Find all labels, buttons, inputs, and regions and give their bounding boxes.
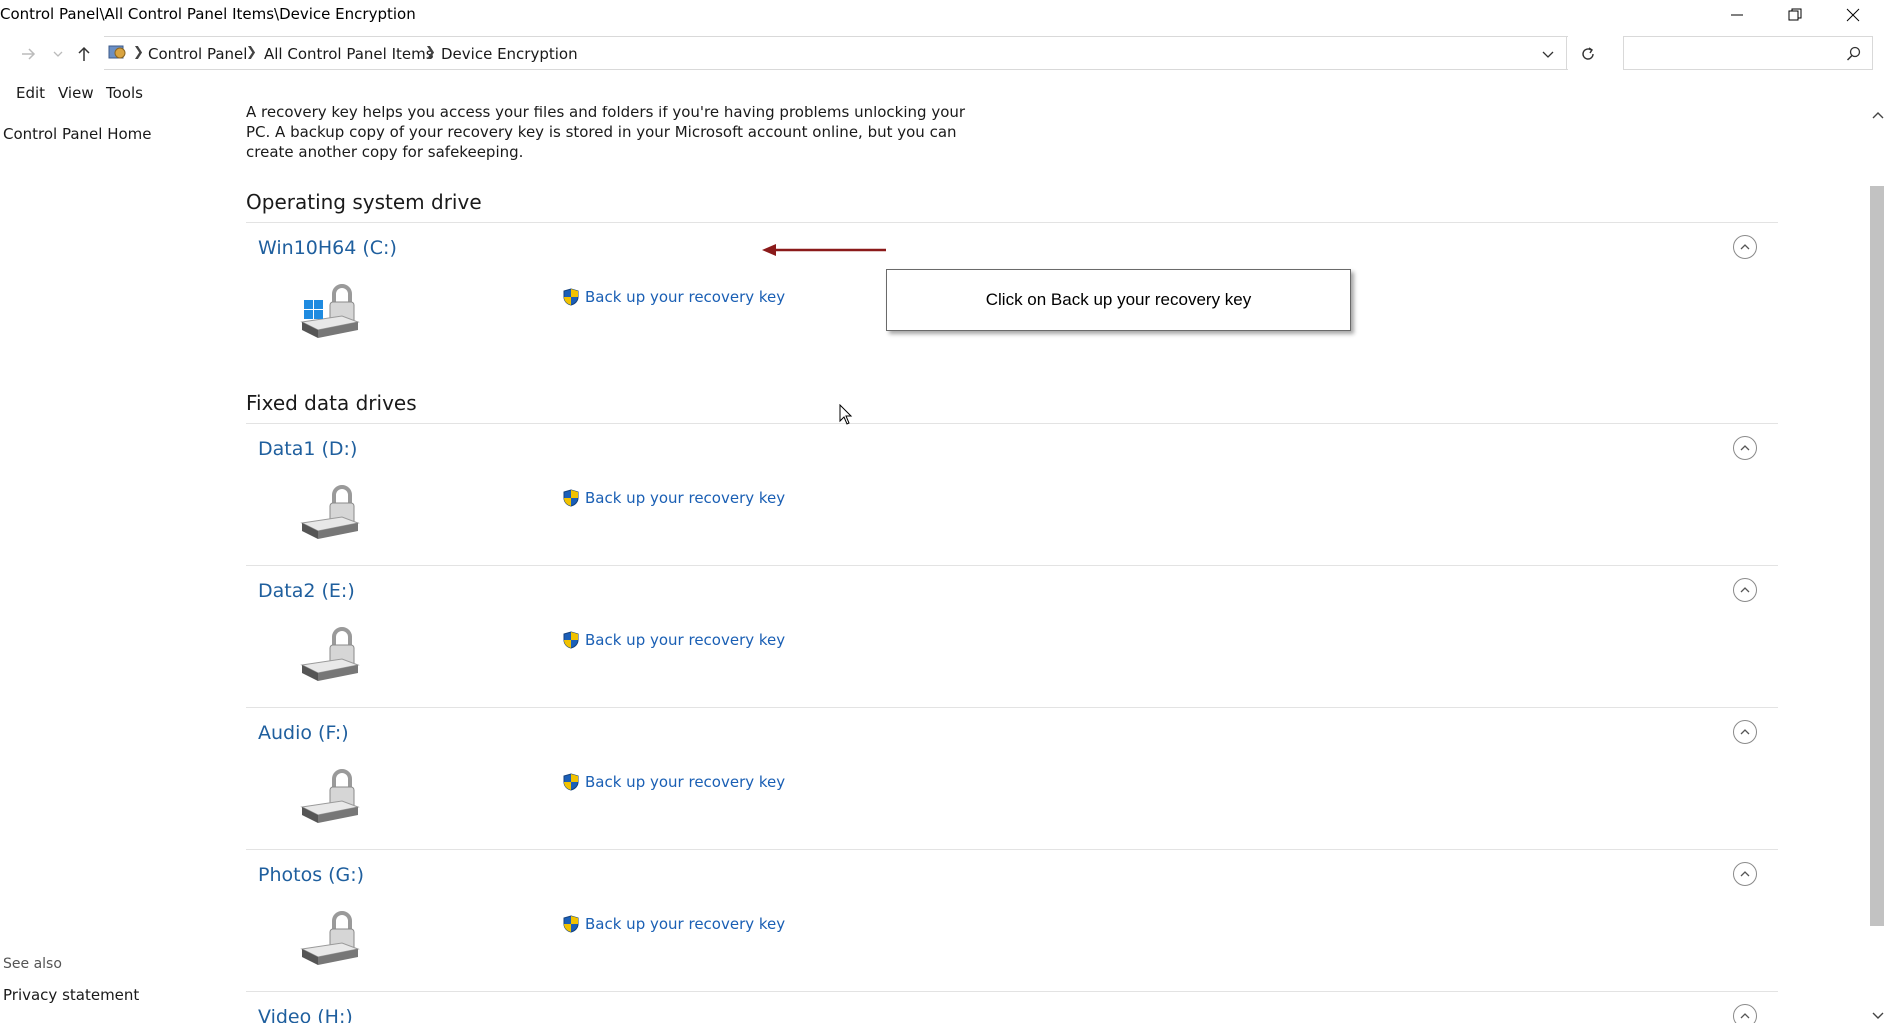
vertical-scrollbar[interactable]: [1868, 106, 1887, 1023]
drive-title-d: Data1 (D:): [258, 438, 358, 460]
chevron-up-icon: [1740, 244, 1750, 250]
instruction-callout: Click on Back up your recovery key: [886, 269, 1351, 331]
callout-arrow: [762, 244, 886, 256]
drive-title-c: Win10H64 (C:): [258, 237, 397, 259]
os-drive-heading: Operating system drive: [246, 190, 482, 214]
control-panel-icon: [108, 45, 126, 59]
scroll-down-icon[interactable]: [1872, 1011, 1884, 1021]
title-bar: Control Panel\All Control Panel Items\De…: [0, 0, 1887, 30]
chevron-up-icon: [1740, 729, 1750, 735]
backup-link-label: Back up your recovery key: [585, 915, 786, 933]
search-box[interactable]: [1623, 36, 1873, 70]
menu-tools[interactable]: Tools: [106, 84, 143, 102]
encrypted-drive-icon: [300, 485, 360, 539]
menu-edit[interactable]: Edit: [16, 84, 45, 102]
chevron-up-icon: [1740, 1013, 1750, 1019]
divider: [246, 849, 1778, 850]
fixed-drives-heading: Fixed data drives: [246, 391, 417, 415]
divider: [246, 707, 1778, 708]
collapse-button-d[interactable]: [1733, 436, 1757, 460]
refresh-icon: [1582, 47, 1594, 60]
backup-link-label: Back up your recovery key: [585, 489, 786, 507]
divider: [246, 222, 1778, 223]
back-button[interactable]: [18, 44, 38, 64]
intro-text: A recovery key helps you access your fil…: [246, 106, 966, 161]
backup-recovery-key-link-g[interactable]: Back up your recovery key: [563, 915, 785, 933]
backup-recovery-key-link-e[interactable]: Back up your recovery key: [563, 631, 785, 649]
window-title: Control Panel\All Control Panel Items\De…: [0, 5, 416, 23]
backup-link-label: Back up your recovery key: [585, 288, 786, 306]
up-button[interactable]: [74, 44, 94, 64]
backup-recovery-key-link-f[interactable]: Back up your recovery key: [563, 773, 785, 791]
callout-text: Click on Back up your recovery key: [985, 290, 1252, 309]
up-arrow-icon: [78, 46, 90, 61]
breadcrumb-control-panel[interactable]: Control Panel: [148, 45, 247, 63]
address-history-button[interactable]: [1538, 45, 1558, 63]
collapse-button-g[interactable]: [1733, 862, 1757, 886]
mouse-cursor-icon: [839, 404, 853, 425]
breadcrumb-all-items[interactable]: All Control Panel Items: [264, 45, 434, 63]
address-bar[interactable]: ❯ Control Panel ❯ All Control Panel Item…: [104, 36, 1594, 70]
menu-view[interactable]: View: [58, 84, 94, 102]
refresh-button[interactable]: [1578, 45, 1598, 63]
shield-icon: [563, 631, 579, 649]
shield-icon: [563, 489, 579, 507]
search-icon: [1846, 46, 1861, 61]
breadcrumb-separator: ❯: [425, 45, 436, 60]
restore-icon: [1788, 8, 1802, 21]
chevron-up-icon: [1740, 871, 1750, 877]
backup-link-label: Back up your recovery key: [585, 631, 786, 649]
divider: [246, 423, 1778, 424]
backup-recovery-key-link-c[interactable]: Back up your recovery key: [563, 288, 785, 306]
close-button[interactable]: [1824, 0, 1882, 30]
shield-icon: [563, 773, 579, 791]
minimize-icon: [1731, 14, 1743, 16]
encrypted-drive-icon: [300, 769, 360, 823]
recent-locations-button[interactable]: [48, 44, 68, 64]
breadcrumb-separator: ❯: [246, 45, 257, 60]
shield-icon: [563, 288, 579, 306]
collapse-button-h[interactable]: [1733, 1004, 1757, 1023]
shield-icon: [563, 915, 579, 933]
chevron-down-icon: [1542, 51, 1554, 58]
main-content: A recovery key helps you access your fil…: [0, 106, 1868, 1023]
collapse-button-c[interactable]: [1733, 235, 1757, 259]
restore-button[interactable]: [1766, 0, 1824, 30]
drive-title-f: Audio (F:): [258, 722, 349, 744]
drive-title-h: Video (H:): [258, 1006, 353, 1023]
backup-link-label: Back up your recovery key: [585, 773, 786, 791]
backup-recovery-key-link-d[interactable]: Back up your recovery key: [563, 489, 785, 507]
divider: [246, 991, 1778, 992]
back-arrow-icon: [22, 48, 36, 60]
encrypted-drive-icon: [300, 911, 360, 965]
drive-title-e: Data2 (E:): [258, 580, 355, 602]
collapse-button-f[interactable]: [1733, 720, 1757, 744]
minimize-button[interactable]: [1708, 0, 1766, 30]
search-input[interactable]: [1630, 42, 1834, 64]
divider: [246, 565, 1778, 566]
drive-title-g: Photos (G:): [258, 864, 365, 886]
chevron-down-icon: [53, 51, 63, 57]
encrypted-drive-icon: [300, 627, 360, 681]
scrollbar-thumb[interactable]: [1870, 186, 1884, 926]
scroll-up-icon[interactable]: [1872, 110, 1884, 120]
chevron-up-icon: [1740, 587, 1750, 593]
chevron-up-icon: [1740, 445, 1750, 451]
breadcrumb-separator: ❯: [133, 45, 144, 60]
encrypted-os-drive-icon: [300, 284, 360, 338]
close-icon: [1846, 8, 1860, 22]
collapse-button-e[interactable]: [1733, 578, 1757, 602]
address-divider: [1566, 37, 1567, 69]
breadcrumb-device-encryption[interactable]: Device Encryption: [441, 45, 578, 63]
